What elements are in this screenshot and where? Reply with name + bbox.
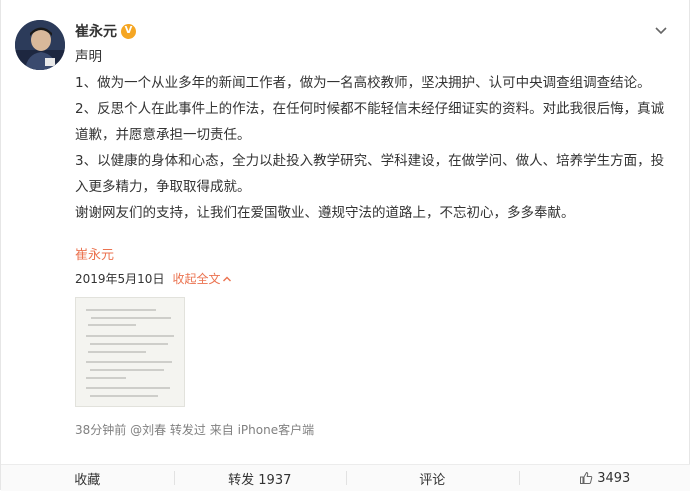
comment-button[interactable]: 评论 — [346, 465, 519, 491]
post-paragraph: 2、反思个人在此事件上的作法，在任何时候都不能轻信未经仔细证实的资料。对此我很后… — [75, 96, 675, 148]
like-button[interactable]: 3493 — [519, 465, 690, 491]
weibo-post-card: 崔永元 V 声明 1、做为一个从业多年的新闻工作者，做为一名高校教师，坚决拥护、… — [0, 0, 690, 490]
verified-badge-icon: V — [121, 24, 136, 39]
post-meta: 2019年5月10日 收起全文 — [75, 270, 232, 287]
comment-label: 评论 — [419, 469, 445, 488]
source-app[interactable]: iPhone客户端 — [238, 423, 315, 437]
like-count: 3493 — [597, 471, 630, 486]
post-content: 声明 1、做为一个从业多年的新闻工作者，做为一名高校教师，坚决拥护、认可中央调查… — [75, 44, 675, 226]
collapse-label: 收起全文 — [172, 270, 220, 287]
avatar[interactable] — [15, 20, 65, 70]
source-via[interactable]: @刘春 转发过 来自 — [130, 423, 234, 437]
post-paragraph: 声明 — [75, 44, 675, 70]
repost-label: 转发 1937 — [228, 469, 291, 488]
favorite-label: 收藏 — [74, 469, 100, 488]
post-paragraph: 3、以健康的身体和心态，全力以赴投入教学研究、学科建设，在做学问、做人、培养学生… — [75, 148, 675, 200]
post-paragraph: 1、做为一个从业多年的新闻工作者，做为一名高校教师，坚决拥护、认可中央调查组调查… — [75, 70, 675, 96]
action-bar: 收藏 转发 1937 评论 3493 — [1, 464, 690, 491]
post-date: 2019年5月10日 — [75, 270, 164, 287]
chevron-down-icon[interactable] — [653, 22, 669, 38]
thumbs-up-icon — [579, 471, 593, 485]
chevron-up-icon — [222, 274, 232, 284]
author-name-row: 崔永元 V — [75, 21, 136, 41]
signature: 崔永元 — [75, 244, 114, 263]
source-time: 38分钟前 — [75, 423, 126, 437]
post-source: 38分钟前 @刘春 转发过 来自 iPhone客户端 — [75, 421, 314, 438]
favorite-button[interactable]: 收藏 — [1, 465, 174, 491]
author-name[interactable]: 崔永元 — [75, 21, 117, 41]
collapse-button[interactable]: 收起全文 — [172, 270, 232, 287]
handwritten-statement-image[interactable] — [75, 297, 185, 407]
post-paragraph: 谢谢网友们的支持，让我们在爱国敬业、遵规守法的道路上，不忘初心，多多奉献。 — [75, 200, 675, 226]
repost-button[interactable]: 转发 1937 — [174, 465, 347, 491]
